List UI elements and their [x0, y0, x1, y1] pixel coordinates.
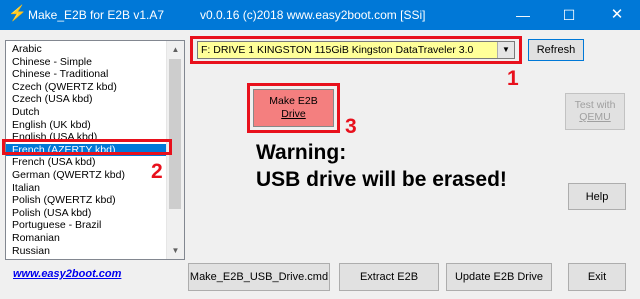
warning-line1: Warning: — [256, 141, 347, 164]
language-item[interactable]: Arabic — [6, 43, 169, 56]
language-item[interactable]: Russian — [6, 245, 169, 258]
exit-button[interactable]: Exit — [568, 263, 626, 291]
close-icon[interactable]: ✕ — [594, 0, 640, 30]
make-cmd-button[interactable]: Make_E2B_USB_Drive.cmd — [188, 263, 330, 291]
refresh-button[interactable]: Refresh — [528, 39, 584, 61]
language-item[interactable]: Czech (QWERTZ kbd) — [6, 81, 169, 94]
lightning-app-icon: ⚡ — [8, 5, 27, 22]
qemu-button-line1: Test with — [574, 99, 616, 111]
language-item[interactable]: Polish (USA kbd) — [6, 207, 169, 220]
annotation-number-1: 1 — [507, 67, 519, 90]
language-item[interactable]: Italian — [6, 182, 169, 195]
window-title: Make_E2B for E2B v1.A7 — [28, 8, 165, 22]
scroll-up-icon[interactable]: ▲ — [167, 41, 184, 58]
language-item[interactable]: Dutch — [6, 106, 169, 119]
language-item[interactable]: Chinese - Simple — [6, 56, 169, 69]
minimize-icon[interactable]: — — [500, 0, 546, 30]
exit-button-label: Exit — [587, 271, 607, 283]
maximize-icon[interactable]: ☐ — [546, 0, 592, 30]
annotation-number-2: 2 — [151, 160, 163, 183]
annotation-number-3: 3 — [345, 115, 357, 138]
make-e2b-drive-button[interactable]: Make E2B Drive — [253, 89, 334, 127]
extract-button-label: Extract E2B — [359, 271, 419, 283]
window-subtitle: v0.0.16 (c)2018 www.easy2boot.com [SSi] — [200, 8, 426, 22]
help-button-label: Help — [585, 190, 609, 203]
language-item[interactable]: English (UK kbd) — [6, 119, 169, 132]
selected-language-highlight — [2, 139, 172, 155]
test-with-qemu-button[interactable]: Test with QEMU — [565, 93, 625, 130]
drive-dropdown-value: F: DRIVE 1 KINGSTON 115GiB Kingston Data… — [201, 44, 474, 56]
language-item[interactable]: French (USA kbd) — [6, 156, 169, 169]
language-item[interactable]: Czech (USA kbd) — [6, 93, 169, 106]
language-item[interactable]: Chinese - Traditional — [6, 68, 169, 81]
scroll-thumb[interactable] — [169, 59, 181, 209]
help-button[interactable]: Help — [568, 183, 626, 210]
refresh-button-label: Refresh — [536, 44, 576, 56]
make-cmd-button-label: Make_E2B_USB_Drive.cmd — [189, 271, 329, 283]
warning-line2: USB drive will be erased! — [256, 168, 507, 191]
website-link[interactable]: www.easy2boot.com — [13, 268, 121, 280]
make-button-line1: Make E2B — [269, 95, 318, 107]
language-item[interactable]: German (QWERTZ kbd) — [6, 169, 169, 182]
language-item[interactable]: Portuguese - Brazil — [6, 219, 169, 232]
title-bar: ⚡ Make_E2B for E2B v1.A7 v0.0.16 (c)2018… — [0, 0, 640, 30]
language-item[interactable]: Polish (QWERTZ kbd) — [6, 194, 169, 207]
update-button-label: Update E2B Drive — [454, 271, 544, 283]
make-button-line2: Drive — [281, 108, 306, 120]
update-e2b-drive-button[interactable]: Update E2B Drive — [446, 263, 552, 291]
extract-e2b-button[interactable]: Extract E2B — [339, 263, 439, 291]
drive-dropdown[interactable]: F: DRIVE 1 KINGSTON 115GiB Kingston Data… — [197, 41, 515, 59]
scroll-down-icon[interactable]: ▼ — [167, 242, 184, 259]
warning-message: Warning: USB drive will be erased! — [256, 139, 507, 193]
qemu-button-line2: QEMU — [579, 111, 611, 123]
language-item[interactable]: Romanian — [6, 232, 169, 245]
dropdown-arrow-icon[interactable]: ▼ — [497, 42, 514, 58]
